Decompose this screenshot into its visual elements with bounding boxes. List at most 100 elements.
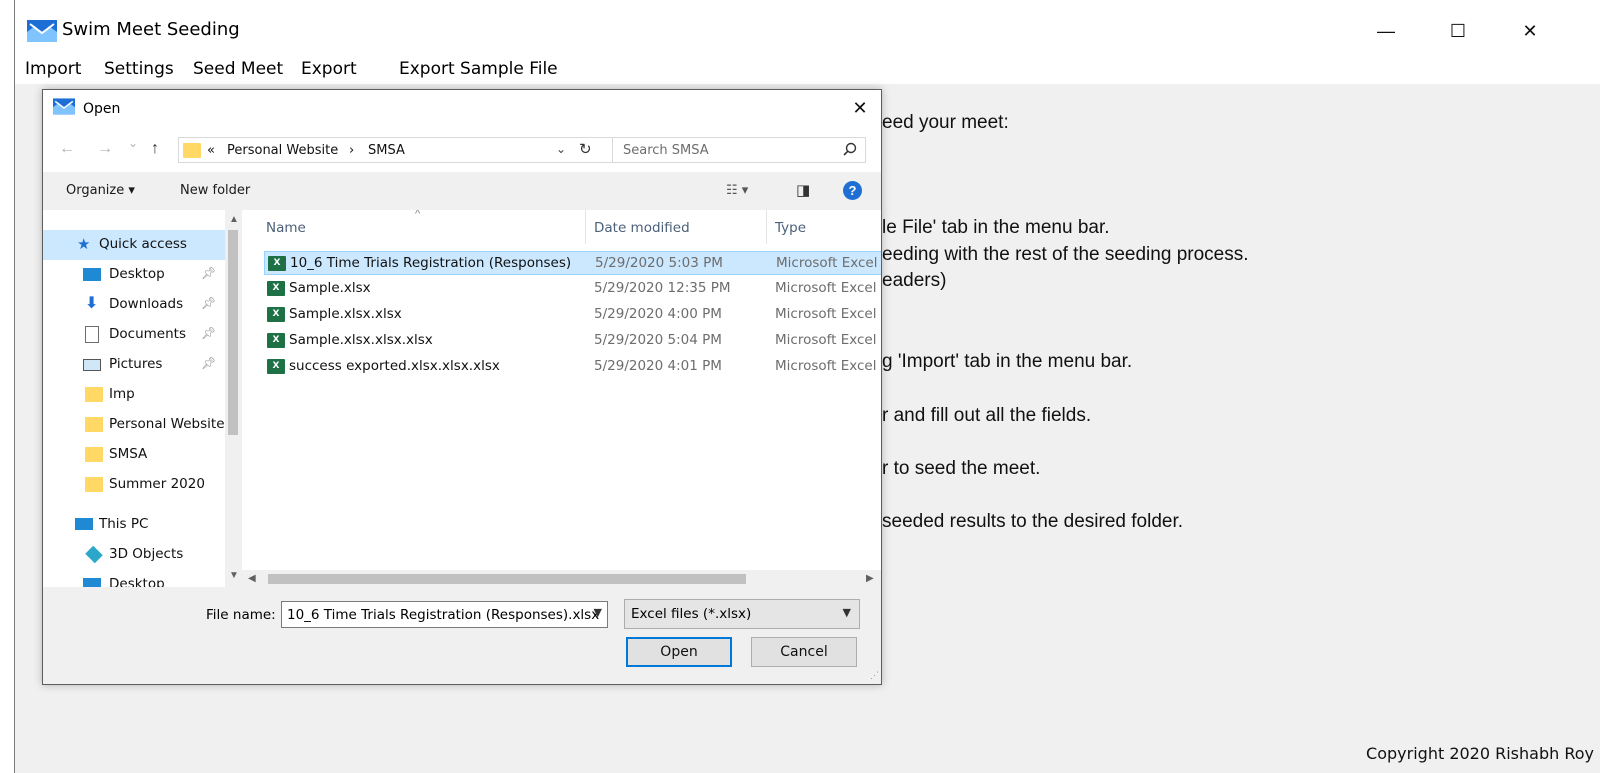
refresh-icon[interactable]: ↻ — [579, 140, 592, 158]
copyright-text: Copyright 2020 Rishabh Roy — [1366, 744, 1594, 763]
back-arrow-icon[interactable]: ← — [59, 140, 75, 158]
nav-item-imp[interactable]: Imp — [43, 380, 225, 410]
nav-item-label: Imp — [109, 386, 135, 402]
pin-icon[interactable]: 📌︎ — [201, 296, 216, 310]
nav-item-label: Desktop — [109, 266, 165, 282]
desktop-icon — [83, 578, 101, 587]
nav-item-label: SMSA — [109, 446, 148, 462]
column-header-date-modified[interactable]: Date modified — [594, 220, 690, 236]
swimmer-app-icon — [27, 20, 57, 42]
nav-item-quick-access[interactable]: ★ Quick access — [43, 230, 225, 260]
file-list: ^ Name Date modified Type X 10_6 Time Tr… — [242, 210, 881, 587]
file-type: Microsoft Excel — [775, 358, 877, 374]
folder-icon — [85, 387, 103, 402]
nav-item-downloads[interactable]: ⬇ Downloads 📌︎ — [43, 290, 225, 320]
folder-icon — [85, 477, 103, 492]
file-name-label: File name: — [206, 607, 276, 623]
excel-file-icon: X — [268, 256, 286, 271]
menu-settings[interactable]: Settings — [104, 59, 174, 79]
horizontal-scrollbar[interactable]: ◀ ▶ — [242, 570, 881, 587]
address-overflow[interactable]: « — [207, 143, 215, 158]
breadcrumb-smsa[interactable]: SMSA — [368, 143, 405, 158]
forward-arrow-icon[interactable]: → — [97, 140, 113, 158]
file-type: Microsoft Excel — [775, 280, 877, 296]
folder-icon — [85, 417, 103, 432]
nav-item-label: Documents — [109, 326, 186, 342]
open-button[interactable]: Open — [626, 637, 732, 667]
instruction-line: le File' tab in the menu bar. — [882, 217, 1110, 238]
new-folder-button[interactable]: New folder — [180, 183, 250, 198]
scroll-left-arrow-icon[interactable]: ◀ — [248, 573, 256, 584]
file-row[interactable]: X Sample.xlsx.xlsx.xlsx 5/29/2020 5:04 P… — [264, 329, 881, 353]
up-arrow-icon[interactable]: ↑ — [151, 140, 159, 158]
address-bar[interactable]: « Personal Website › SMSA ⌄ ↻ — [178, 137, 614, 163]
breadcrumb-personal-website[interactable]: Personal Website — [227, 143, 338, 158]
dialog-title-bar: Open ✕ — [43, 90, 881, 128]
pin-icon[interactable]: 📌︎ — [201, 266, 216, 280]
preview-pane-icon[interactable]: ◨ — [796, 181, 810, 199]
chevron-down-icon[interactable]: ▼ — [594, 606, 602, 619]
address-dropdown-icon[interactable]: ⌄ — [556, 142, 566, 156]
resize-grip-icon[interactable]: ⋰ — [870, 670, 879, 681]
file-row[interactable]: X Sample.xlsx 5/29/2020 12:35 PM Microso… — [264, 277, 881, 301]
nav-item-personal-website[interactable]: Personal Website — [43, 410, 225, 440]
computer-icon — [75, 518, 93, 530]
cancel-button[interactable]: Cancel — [751, 637, 857, 667]
instruction-line: r and fill out all the fields. — [882, 405, 1092, 426]
menu-export[interactable]: Export — [301, 59, 357, 79]
file-name: Sample.xlsx — [289, 280, 371, 296]
download-icon: ⬇ — [85, 293, 99, 312]
nav-item-pictures[interactable]: Pictures 📌︎ — [43, 350, 225, 380]
column-header-type[interactable]: Type — [775, 220, 806, 236]
file-row[interactable]: X success exported.xlsx.xlsx.xlsx 5/29/2… — [264, 355, 881, 379]
nav-item-label: Personal Website — [109, 416, 225, 432]
file-row[interactable]: X Sample.xlsx.xlsx 5/29/2020 4:00 PM Mic… — [264, 303, 881, 327]
scroll-up-arrow-icon[interactable]: ▲ — [229, 214, 239, 225]
file-name: 10_6 Time Trials Registration (Responses… — [290, 255, 570, 271]
nav-item-label: Desktop — [109, 576, 165, 587]
recent-locations-chevron-icon[interactable]: ⌄ — [128, 136, 138, 150]
file-name-input[interactable]: 10_6 Time Trials Registration (Responses… — [281, 601, 608, 628]
search-input[interactable]: Search SMSA — [612, 137, 866, 163]
change-view-button[interactable]: ☷ ▾ — [726, 183, 748, 198]
file-type: Microsoft Excel — [775, 332, 877, 348]
column-divider[interactable] — [585, 210, 586, 244]
scroll-down-arrow-icon[interactable]: ▼ — [229, 570, 239, 581]
menu-seed-meet[interactable]: Seed Meet — [193, 59, 283, 79]
nav-item-documents[interactable]: Documents 📌︎ — [43, 320, 225, 350]
file-row[interactable]: X 10_6 Time Trials Registration (Respons… — [264, 251, 881, 275]
nav-item-desktop-pc[interactable]: Desktop — [43, 570, 225, 587]
document-icon — [85, 326, 99, 343]
nav-pane-scrollbar[interactable]: ▲ ▼ — [225, 210, 241, 587]
nav-item-3d-objects[interactable]: 3D Objects — [43, 540, 225, 570]
close-button[interactable]: ✕ — [1507, 8, 1553, 54]
file-type-filter-select[interactable]: Excel files (*.xlsx) ▼ — [624, 599, 860, 629]
column-header-name[interactable]: Name — [266, 220, 306, 236]
maximize-button[interactable]: ☐ — [1435, 8, 1481, 54]
excel-file-icon: X — [267, 359, 285, 374]
column-divider[interactable] — [766, 210, 767, 244]
column-headers: ^ Name Date modified Type — [242, 210, 881, 244]
minimize-button[interactable]: — — [1363, 8, 1409, 54]
scrollbar-thumb[interactable] — [228, 230, 238, 435]
chevron-down-icon[interactable]: ▼ — [843, 606, 851, 619]
scrollbar-thumb[interactable] — [268, 574, 746, 584]
nav-item-this-pc[interactable]: This PC — [43, 510, 225, 540]
help-icon[interactable]: ? — [843, 181, 862, 200]
swimmer-app-icon — [53, 98, 75, 115]
pin-icon[interactable]: 📌︎ — [201, 356, 216, 370]
menu-export-sample-file[interactable]: Export Sample File — [399, 59, 558, 79]
organize-button[interactable]: Organize ▾ — [66, 183, 135, 198]
scroll-right-arrow-icon[interactable]: ▶ — [866, 573, 874, 584]
nav-item-summer-2020[interactable]: Summer 2020 — [43, 470, 225, 500]
instruction-line: r to seed the meet. — [882, 458, 1041, 479]
pin-icon[interactable]: 📌︎ — [201, 326, 216, 340]
nav-item-desktop[interactable]: Desktop 📌︎ — [43, 260, 225, 290]
file-name: Sample.xlsx.xlsx.xlsx — [289, 332, 433, 348]
file-name: Sample.xlsx.xlsx — [289, 306, 402, 322]
instruction-line: g 'Import' tab in the menu bar. — [882, 351, 1133, 372]
menu-import[interactable]: Import — [25, 59, 81, 79]
nav-item-smsa[interactable]: SMSA — [43, 440, 225, 470]
dialog-close-button[interactable]: ✕ — [845, 94, 875, 122]
file-date: 5/29/2020 5:03 PM — [595, 255, 723, 271]
